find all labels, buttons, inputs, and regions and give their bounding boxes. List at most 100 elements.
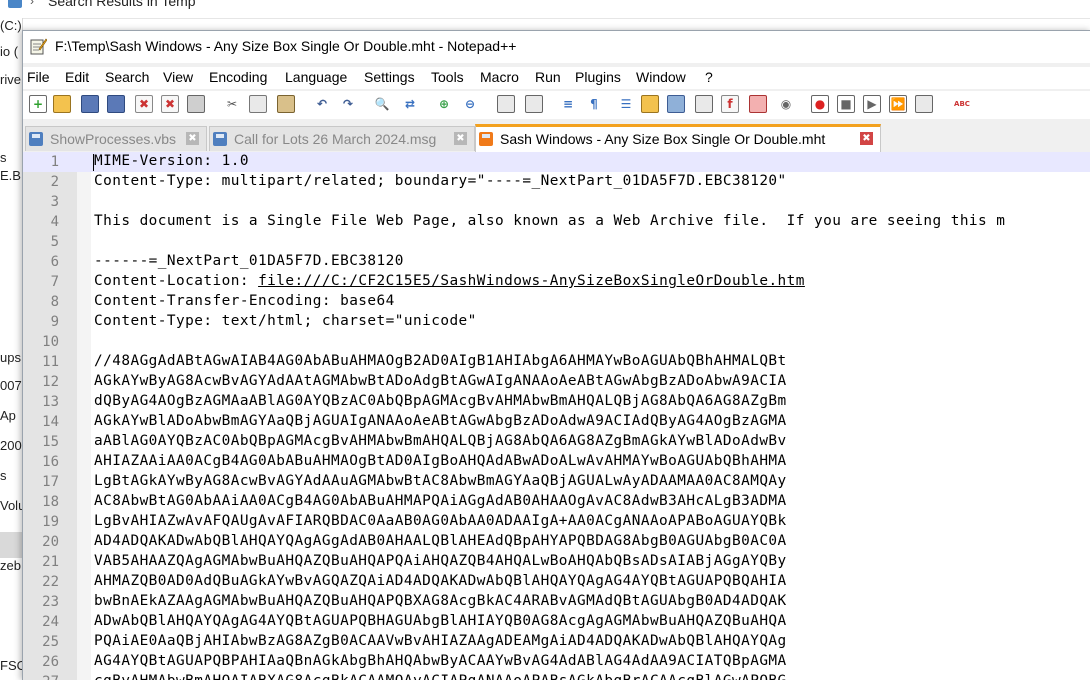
line-text: PQAiAE0AaQBjAHIAbwBzAG8AZgB0ACAAVwBvAHIA… <box>94 633 787 649</box>
save-macro-icon[interactable] <box>915 95 933 113</box>
save-icon[interactable] <box>81 95 99 113</box>
sync-vertical-icon[interactable] <box>497 95 515 113</box>
menu-settings[interactable]: Settings <box>364 69 415 85</box>
cut-icon[interactable]: ✂ <box>223 95 241 113</box>
editor-line[interactable]: 21 VAB5AHAAZQAgAGMAbwBuAHQAZQBuAHQAPQAiAH… <box>23 552 1090 572</box>
menu-macro[interactable]: Macro <box>480 69 519 85</box>
editor-line[interactable]: 15 aABlAG0AYQBzAC0AbQBpAGMAcgBvAHMAbwBmAH… <box>23 432 1090 452</box>
menu-plugins[interactable]: Plugins <box>575 69 621 85</box>
copy-icon[interactable] <box>249 95 267 113</box>
spell-check-icon[interactable]: ABC <box>953 95 971 113</box>
print-icon[interactable] <box>187 95 205 113</box>
nav-pane-fragment[interactable]: s <box>0 468 7 483</box>
redo-icon[interactable]: ↷ <box>339 95 357 113</box>
close-all-icon[interactable]: ✖ <box>161 95 179 113</box>
editor-line[interactable]: 1 MIME-Version: 1.0 <box>23 152 1090 172</box>
nav-pane-fragment[interactable]: (C:) <box>0 18 22 33</box>
record-macro-icon[interactable]: ● <box>811 95 829 113</box>
udl-icon[interactable] <box>641 95 659 113</box>
line-text: bwBnAEkAZAAgAGMAbwBuAHQAZQBuAHQAPQBXAG8A… <box>94 593 787 609</box>
editor-line[interactable]: 22 AHMAZQB0AD0AdQBuAGkAYwBvAGQAZQAiAD4ADQ… <box>23 572 1090 592</box>
menu-encoding[interactable]: Encoding <box>209 69 267 85</box>
editor-line[interactable]: 6 ------=_NextPart_01DA5F7D.EBC38120 <box>23 252 1090 272</box>
line-content: This document is a Single File Web Page,… <box>94 213 1006 229</box>
show-all-chars-icon[interactable]: ¶ <box>585 95 603 113</box>
editor-line[interactable]: 11 //48AGgAdABtAGwAIAB4AG0AbABuAHMAOgB2AD… <box>23 352 1090 372</box>
nav-pane-fragment[interactable]: 200 <box>0 438 22 453</box>
line-text: Content-Type: text/html; charset="unicod… <box>94 313 477 329</box>
stop-macro-icon[interactable]: ■ <box>837 95 855 113</box>
menu-search[interactable]: Search <box>105 69 149 85</box>
nav-pane-fragment[interactable]: 007 <box>0 378 22 393</box>
editor-line[interactable]: 13 dQByAG4AOgBzAGMAaABlAG0AYQBzAC0AbQBpAG… <box>23 392 1090 412</box>
menu-edit[interactable]: Edit <box>65 69 89 85</box>
tab-3[interactable]: Sash Windows - Any Size Box Single Or Do… <box>475 124 881 154</box>
zoom-in-icon[interactable]: ⊕ <box>435 95 453 113</box>
nav-pane-fragment[interactable]: ups <box>0 350 21 365</box>
nav-pane-fragment[interactable]: rive <box>0 72 21 87</box>
editor-area[interactable]: 1 MIME-Version: 1.0 2 Content-Type: multipa… <box>23 152 1090 680</box>
editor-line[interactable]: 16 AHIAZAAiAA0ACgB4AG0AbABuAHMAOgBtAD0AIg… <box>23 452 1090 472</box>
nav-pane-fragment[interactable]: E.B <box>0 168 21 183</box>
function-list-icon[interactable] <box>695 95 713 113</box>
editor-line[interactable]: 4 This document is a Single File Web Page… <box>23 212 1090 232</box>
editor-line[interactable]: 20 AD4ADQAKADwAbQBlAHQAYQAgAGgAdAB0AHAALQ… <box>23 532 1090 552</box>
paste-icon[interactable] <box>277 95 295 113</box>
close-tab-icon[interactable]: ✖ <box>860 132 873 145</box>
nav-pane-fragment[interactable]: io ( <box>0 44 18 59</box>
new-file-icon[interactable]: + <box>29 95 47 113</box>
editor-line[interactable]: 5 <box>23 232 1090 252</box>
indent-guide-icon[interactable]: ☰ <box>617 95 635 113</box>
menu-language[interactable]: Language <box>285 69 347 85</box>
editor-line[interactable]: 23 bwBnAEkAZAAgAGMAbwBuAHQAZQBuAHQAPQBXAG… <box>23 592 1090 612</box>
nav-pane-fragment[interactable]: Ap <box>0 408 16 423</box>
tab-1[interactable]: ShowProcesses.vbs ✖ <box>25 126 207 151</box>
undo-icon[interactable]: ↶ <box>313 95 331 113</box>
editor-line[interactable]: 14 AGkAYwBlADoAbwBmAGYAaQBjAGUAIgANAAoAeA… <box>23 412 1090 432</box>
folder-as-workspace-icon[interactable]: f <box>721 95 739 113</box>
doc-map-icon[interactable] <box>667 95 685 113</box>
menu-run[interactable]: Run <box>535 69 561 85</box>
editor-line[interactable]: 12 AGkAYwByAG8AcwBvAGYAdAAtAGMAbwBtADoAdg… <box>23 372 1090 392</box>
close-tab-icon[interactable]: ✖ <box>186 132 199 145</box>
replace-icon[interactable]: ⇄ <box>401 95 419 113</box>
line-text: This document is a Single File Web Page,… <box>94 213 1005 229</box>
close-tab-icon[interactable]: ✖ <box>454 132 467 145</box>
monitoring-icon[interactable]: ◉ <box>777 95 795 113</box>
file-link[interactable]: file:///C:/CF2C15E5/SashWindows-AnySizeB… <box>258 273 805 289</box>
zoom-out-icon[interactable]: ⊖ <box>461 95 479 113</box>
editor-line[interactable]: 10 <box>23 332 1090 352</box>
open-file-icon[interactable] <box>53 95 71 113</box>
sync-horizontal-icon[interactable] <box>525 95 543 113</box>
editor-line[interactable]: 26 AG4AYQBtAGUAPQBPAHIAaQBnAGkAbgBhAHQAbw… <box>23 652 1090 672</box>
nav-pane-selected-item[interactable] <box>0 532 22 558</box>
play-macro-icon[interactable]: ▶ <box>863 95 881 113</box>
line-text: AHIAZAAiAA0ACgB4AG0AbABuAHMAOgBtAD0AIgBo… <box>94 453 787 469</box>
editor-line[interactable]: 7 Content-Location: file:///C:/CF2C15E5/S… <box>23 272 1090 292</box>
editor-line[interactable]: 8 Content-Transfer-Encoding: base64 <box>23 292 1090 312</box>
menu-file[interactable]: File <box>27 69 50 85</box>
nav-pane-fragment[interactable]: zeb <box>0 558 21 573</box>
tab-2[interactable]: Call for Lots 26 March 2024.msg ✖ <box>209 126 475 151</box>
run-macro-multiple-icon[interactable]: ⏩ <box>889 95 907 113</box>
menu-tools[interactable]: Tools <box>431 69 464 85</box>
editor-line[interactable]: 25 PQAiAE0AaQBjAHIAbwBzAG8AZgB0ACAAVwBvAH… <box>23 632 1090 652</box>
find-icon[interactable]: 🔍 <box>373 95 391 113</box>
editor-line[interactable]: 19 LgBvAHIAZwAvAFQAUgAvAFIARQBDAC0AaAB0AG… <box>23 512 1090 532</box>
doc-list-icon[interactable] <box>749 95 767 113</box>
editor-line[interactable]: 17 LgBtAGkAYwByAG8AcwBvAGYAdAAuAGMAbwBtAC… <box>23 472 1090 492</box>
editor-line[interactable]: 24 ADwAbQBlAHQAYQAgAG4AYQBtAGUAPQBHAGUAbg… <box>23 612 1090 632</box>
editor-line[interactable]: 2 Content-Type: multipart/related; bounda… <box>23 172 1090 192</box>
line-content: LgBvAHIAZwAvAFQAUgAvAFIARQBDAC0AaAB0AG0A… <box>94 513 787 529</box>
menu-window[interactable]: Window <box>636 69 686 85</box>
save-all-icon[interactable] <box>107 95 125 113</box>
editor-line[interactable]: 18 AC8AbwBtAG0AbAAiAA0ACgB4AG0AbABuAHMAPQ… <box>23 492 1090 512</box>
menu-view[interactable]: View <box>163 69 193 85</box>
editor-line[interactable]: 3 <box>23 192 1090 212</box>
nav-pane-fragment[interactable]: s <box>0 150 7 165</box>
word-wrap-icon[interactable]: ≡ <box>559 95 577 113</box>
close-icon[interactable]: ✖ <box>135 95 153 113</box>
menu-help[interactable]: ? <box>705 69 713 85</box>
editor-line[interactable]: 9 Content-Type: text/html; charset="unico… <box>23 312 1090 332</box>
line-content: AC8AbwBtAG0AbAAiAA0ACgB4AG0AbABuAHMAPQAi… <box>94 493 787 509</box>
